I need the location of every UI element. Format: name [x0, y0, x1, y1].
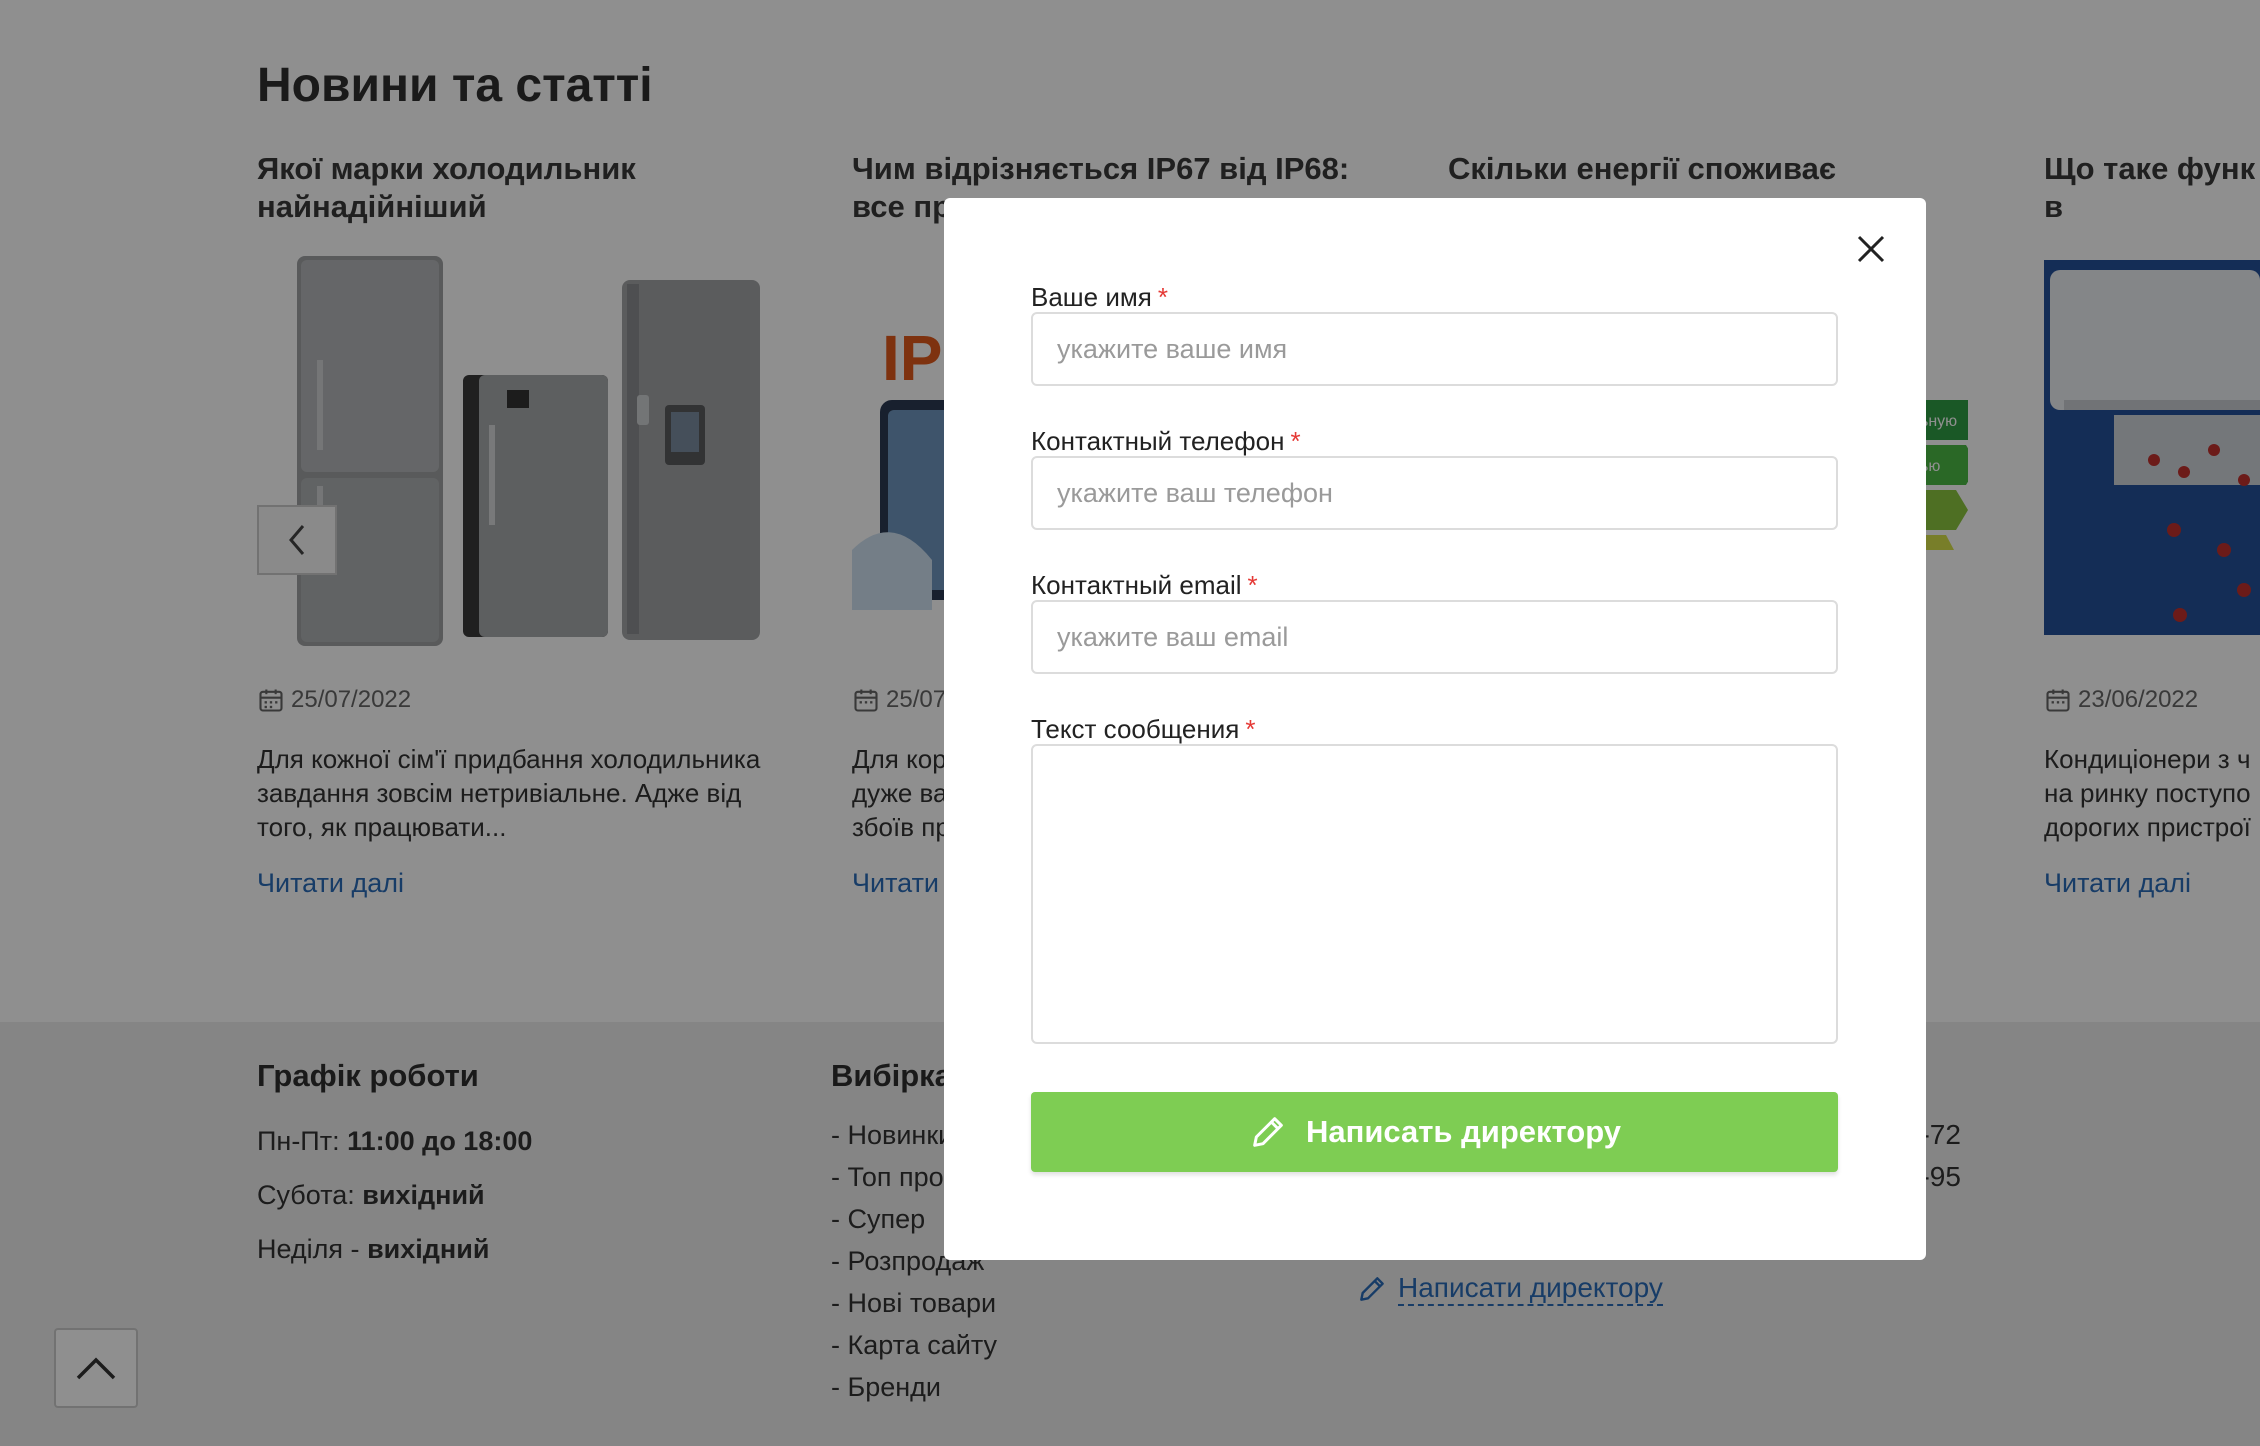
- email-label: Контактный email *: [1031, 570, 1258, 601]
- phone-label-text: Контактный телефон: [1031, 426, 1285, 456]
- required-mark: *: [1245, 714, 1256, 744]
- email-input[interactable]: [1031, 600, 1838, 674]
- message-textarea[interactable]: [1031, 744, 1838, 1044]
- write-director-modal: Ваше имя* Контактный телефон* Контактный…: [944, 198, 1926, 1260]
- close-icon: [1857, 235, 1885, 263]
- phone-label: Контактный телефон *: [1031, 426, 1301, 457]
- required-mark: *: [1247, 570, 1258, 600]
- required-mark: *: [1290, 426, 1301, 456]
- modal-close-button[interactable]: [1846, 224, 1896, 274]
- phone-input[interactable]: [1031, 456, 1838, 530]
- pencil-icon: [1253, 1117, 1283, 1147]
- required-mark: *: [1157, 282, 1168, 312]
- name-label-text: Ваше имя: [1031, 282, 1152, 312]
- submit-button-label: Написать директору: [1305, 1114, 1622, 1149]
- message-label-text: Текст сообщения: [1031, 714, 1240, 744]
- submit-button[interactable]: Написать директору: [1031, 1092, 1838, 1172]
- message-label: Текст сообщения *: [1031, 714, 1255, 745]
- name-label: Ваше имя *: [1031, 282, 1168, 313]
- email-label-text: Контактный email: [1031, 570, 1242, 600]
- name-input[interactable]: [1031, 312, 1838, 386]
